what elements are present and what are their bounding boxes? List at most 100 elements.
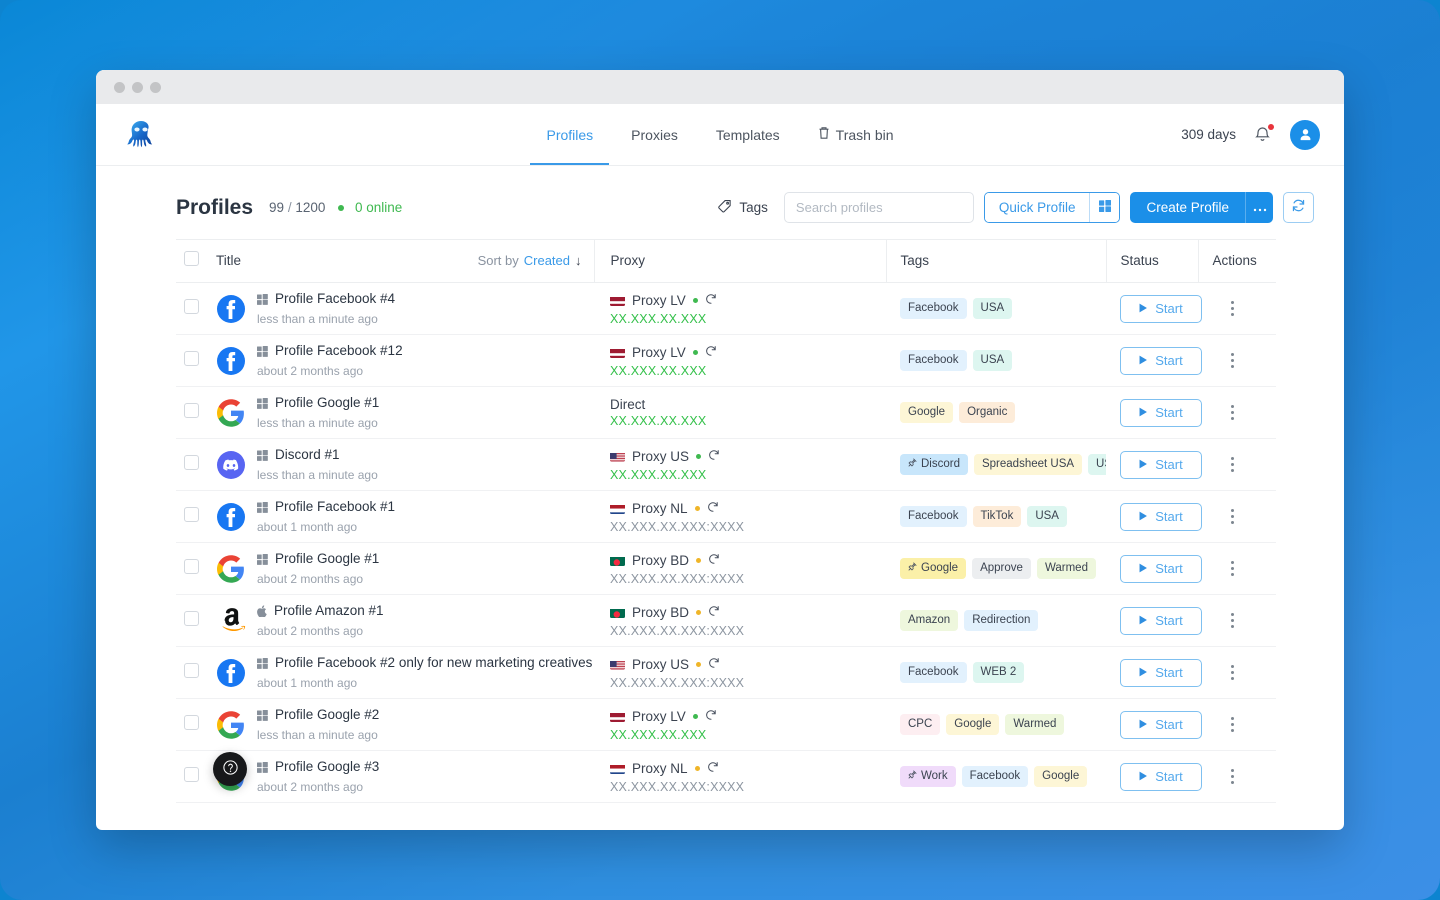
row-tags-cell: Facebook USA (886, 335, 1106, 387)
tag-chip[interactable]: USA (973, 350, 1013, 372)
tag-chip[interactable]: Facebook (900, 298, 967, 320)
proxy-refresh-icon[interactable] (708, 604, 720, 622)
bell-icon[interactable] (1254, 125, 1272, 145)
create-profile-button[interactable]: Create Profile (1130, 192, 1245, 223)
table-row[interactable]: Profile Facebook #12 about 2 months ago … (176, 335, 1276, 387)
row-checkbox[interactable] (184, 767, 199, 782)
tag-chip[interactable]: Facebook (900, 350, 967, 372)
tag-chip[interactable]: Google (946, 714, 999, 736)
tag-chip[interactable]: Approve (972, 558, 1031, 580)
proxy-name-line: Proxy NL (610, 760, 886, 778)
sort-field-value[interactable]: Created (524, 253, 570, 268)
select-all-checkbox[interactable] (184, 251, 199, 266)
row-menu-button[interactable] (1224, 612, 1240, 630)
proxy-refresh-icon[interactable] (705, 292, 717, 310)
start-button[interactable]: Start (1120, 399, 1202, 427)
row-checkbox[interactable] (184, 507, 199, 522)
proxy-refresh-icon[interactable] (707, 500, 719, 518)
row-title-cell: Discord #1 less than a minute ago (216, 439, 594, 491)
proxy-refresh-icon[interactable] (705, 708, 717, 726)
tab-templates[interactable]: Templates (700, 104, 796, 165)
table-row[interactable]: Profile Google #3 about 2 months ago Pro… (176, 751, 1276, 803)
row-menu-button[interactable] (1224, 300, 1240, 318)
user-avatar-icon[interactable] (1290, 120, 1320, 150)
tags-filter-button[interactable]: Tags (717, 199, 774, 217)
profile-updated: about 2 months ago (257, 364, 363, 378)
start-button[interactable]: Start (1120, 347, 1202, 375)
row-menu-button[interactable] (1224, 716, 1240, 734)
window-dot-maximize[interactable] (150, 82, 161, 93)
proxy-refresh-icon[interactable] (708, 448, 720, 466)
table-row[interactable]: Profile Facebook #1 about 1 month ago Pr… (176, 491, 1276, 543)
start-button[interactable]: Start (1120, 503, 1202, 531)
proxy-refresh-icon[interactable] (708, 656, 720, 674)
tag-chip[interactable]: Spreadsheet USA (974, 454, 1082, 476)
refresh-button[interactable] (1283, 192, 1314, 223)
tag-chip[interactable]: USA (973, 298, 1013, 320)
row-checkbox[interactable] (184, 663, 199, 678)
window-dot-close[interactable] (114, 82, 125, 93)
row-menu-button[interactable] (1224, 456, 1240, 474)
tag-chip[interactable]: Facebook (900, 506, 967, 528)
start-button[interactable]: Start (1120, 607, 1202, 635)
tab-profiles[interactable]: Profiles (530, 104, 609, 165)
row-checkbox[interactable] (184, 559, 199, 574)
tag-chip[interactable]: Facebook (962, 766, 1029, 788)
tag-chip[interactable]: Facebook (900, 662, 967, 684)
table-row[interactable]: Profile Google #2 less than a minute ago… (176, 699, 1276, 751)
row-checkbox[interactable] (184, 299, 199, 314)
table-row[interactable]: Profile Facebook #2 only for new marketi… (176, 647, 1276, 699)
table-row[interactable]: Profile Facebook #4 less than a minute a… (176, 283, 1276, 335)
tag-chip[interactable]: Google (1034, 766, 1087, 788)
row-checkbox[interactable] (184, 715, 199, 730)
start-button[interactable]: Start (1120, 295, 1202, 323)
search-input[interactable] (784, 192, 974, 223)
row-tags-cell: Facebook WEB 2 (886, 647, 1106, 699)
row-menu-button[interactable] (1224, 768, 1240, 786)
row-checkbox[interactable] (184, 351, 199, 366)
tag-chip[interactable]: Amazon (900, 610, 958, 632)
table-row[interactable]: Profile Google #1 about 2 months ago Pro… (176, 543, 1276, 595)
proxy-refresh-icon[interactable] (708, 552, 720, 570)
quick-profile-button[interactable]: Quick Profile (985, 193, 1090, 222)
start-button[interactable]: Start (1120, 711, 1202, 739)
row-menu-button[interactable] (1224, 560, 1240, 578)
proxy-refresh-icon[interactable] (707, 760, 719, 778)
tab-trash-bin[interactable]: Trash bin (802, 104, 910, 165)
tag-chip[interactable]: Redirection (964, 610, 1038, 632)
tag-chip[interactable]: WEB 2 (973, 662, 1025, 684)
row-checkbox[interactable] (184, 455, 199, 470)
row-menu-button[interactable] (1224, 664, 1240, 682)
tag-chip[interactable]: TikTok (973, 506, 1022, 528)
create-profile-more-button[interactable] (1245, 192, 1273, 223)
row-menu-button[interactable] (1224, 404, 1240, 422)
row-checkbox[interactable] (184, 403, 199, 418)
start-button[interactable]: Start (1120, 451, 1202, 479)
tag-chip[interactable]: Warmed (1037, 558, 1096, 580)
tag-chip[interactable]: Organic (959, 402, 1015, 424)
start-button[interactable]: Start (1120, 659, 1202, 687)
quick-profile-os-button[interactable] (1089, 193, 1119, 222)
help-button[interactable] (213, 752, 247, 786)
table-row[interactable]: Discord #1 less than a minute ago Proxy … (176, 439, 1276, 491)
start-button[interactable]: Start (1120, 763, 1202, 791)
tag-chip[interactable]: Discord (900, 454, 968, 476)
proxy-refresh-icon[interactable] (705, 344, 717, 362)
start-button[interactable]: Start (1120, 555, 1202, 583)
tag-chip[interactable]: Google (900, 558, 966, 580)
table-row[interactable]: Profile Google #1 less than a minute ago… (176, 387, 1276, 439)
row-checkbox[interactable] (184, 611, 199, 626)
window-dot-minimize[interactable] (132, 82, 143, 93)
tag-chip[interactable]: Google (900, 402, 953, 424)
tag-label: Facebook (908, 509, 959, 525)
row-menu-button[interactable] (1224, 508, 1240, 526)
tab-proxies[interactable]: Proxies (615, 104, 694, 165)
sort-direction-arrow[interactable]: ↓ (575, 253, 582, 268)
table-row[interactable]: Profile Amazon #1 about 2 months ago Pro… (176, 595, 1276, 647)
tag-chip[interactable]: USA (1088, 454, 1106, 476)
row-menu-button[interactable] (1224, 352, 1240, 370)
tag-chip[interactable]: USA (1027, 506, 1067, 528)
tag-chip[interactable]: Work (900, 766, 956, 788)
tag-chip[interactable]: Warmed (1005, 714, 1064, 736)
tag-chip[interactable]: CPC (900, 714, 940, 736)
